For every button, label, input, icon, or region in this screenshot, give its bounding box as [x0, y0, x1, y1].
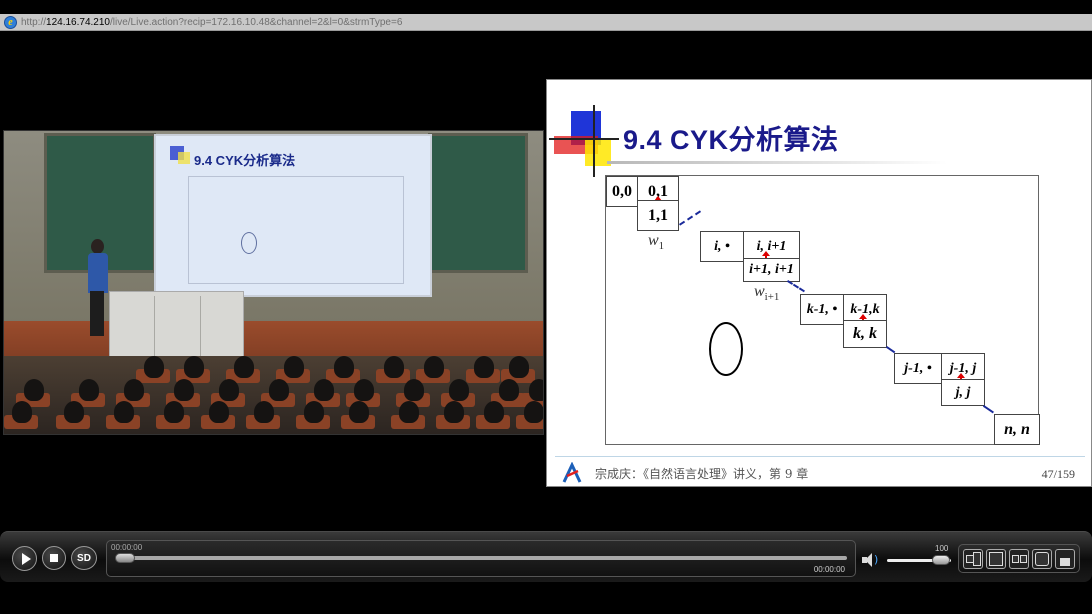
volume-thumb[interactable]: [932, 555, 950, 565]
projector-table-frame: [188, 176, 404, 284]
volume-value: 100: [935, 544, 949, 553]
ellipse-shape: [709, 322, 743, 376]
stop-button[interactable]: [42, 546, 66, 570]
audience-head: [384, 356, 404, 378]
slide-logo-vertical-line: [593, 105, 595, 177]
seek-thumb[interactable]: [115, 553, 135, 563]
audience-head: [509, 356, 529, 378]
slide-logo-horizontal-line: [549, 138, 619, 140]
volume-waves-icon: ): [874, 553, 879, 566]
audience-head: [449, 379, 469, 401]
audience-head: [269, 379, 289, 401]
right-blackboard: [428, 133, 528, 273]
audience-head: [334, 356, 354, 378]
url-text[interactable]: http://124.16.74.210/live/Live.action?re…: [21, 17, 402, 28]
cell-i1-i1: i+1, i+1: [743, 258, 800, 282]
audience-head: [114, 401, 134, 423]
audience-head: [184, 356, 204, 378]
audience-head: [529, 379, 543, 401]
audience-head: [234, 356, 254, 378]
layout-pip-alt-icon[interactable]: [986, 549, 1006, 569]
cell-j-j: j, j: [941, 379, 985, 406]
projector-oval: [241, 232, 257, 254]
projector-screen: 9.4 CYK分析算法: [154, 134, 432, 297]
layout-pip-icon[interactable]: [963, 549, 983, 569]
audience-head: [164, 401, 184, 423]
audience-head: [79, 379, 99, 401]
audience-head: [64, 401, 84, 423]
audience-head: [284, 356, 304, 378]
audience-head: [174, 379, 194, 401]
layout-side-by-side-icon[interactable]: [1009, 549, 1029, 569]
institute-logo-icon: [562, 462, 582, 483]
audience-head: [399, 401, 419, 423]
audience-head: [474, 356, 494, 378]
audience-head: [349, 401, 369, 423]
audience-head: [12, 401, 32, 423]
audience-head: [484, 401, 504, 423]
audience-head: [209, 401, 229, 423]
screen-logo-yellow: [178, 152, 190, 164]
lecturer: [86, 239, 110, 339]
footer-citation: 宗成庆：《自然语言处理》讲义，第 9 章: [595, 467, 809, 481]
audience-head: [24, 379, 44, 401]
url-host: 124.16.74.210: [46, 16, 110, 28]
player-control-bar: SD 00:00:00 00:00:00 ) 100: [0, 531, 1092, 582]
layout-single-icon[interactable]: [1032, 549, 1052, 569]
audience-head: [404, 379, 424, 401]
lecture-slide: 9.4 CYK分析算法 0,0 0,1 1,1 w1 i, • i, i+1 i…: [546, 79, 1092, 487]
slide-page-number: 47/159: [1041, 467, 1075, 481]
cell-i-dot: i, •: [700, 231, 744, 262]
audience-head: [124, 379, 144, 401]
label-wi1: wi+1: [754, 283, 780, 304]
diagonal-dash: [885, 346, 896, 354]
cell-n-n: n, n: [994, 414, 1040, 445]
cell-k1-dot: k-1, •: [800, 294, 844, 325]
layout-overlay-icon[interactable]: [1055, 549, 1075, 569]
audience-head: [499, 379, 519, 401]
address-bar[interactable]: e http://124.16.74.210/live/Live.action?…: [0, 14, 1092, 31]
play-button[interactable]: [12, 546, 37, 571]
audience-head: [314, 379, 334, 401]
cell-0-0: 0,0: [606, 176, 638, 207]
audience-head: [144, 356, 164, 378]
browser-e-icon: e: [4, 15, 17, 29]
classroom-video[interactable]: 9.4 CYK分析算法: [3, 130, 544, 435]
cell-k-k: k, k: [843, 320, 887, 348]
duration-time: 00:00:00: [813, 565, 845, 574]
current-time: 00:00:00: [111, 543, 143, 552]
view-mode-group: [958, 544, 1080, 573]
audience-head: [254, 401, 274, 423]
audience-head: [524, 401, 543, 423]
title-underline: [607, 161, 947, 164]
audience-head: [444, 401, 464, 423]
audience-head: [354, 379, 374, 401]
label-w1: w1: [648, 232, 665, 253]
audience-head: [219, 379, 239, 401]
slide-title: 9.4 CYK分析算法: [623, 125, 839, 155]
sd-quality-button[interactable]: SD: [71, 546, 97, 570]
cell-1-1: 1,1: [637, 200, 679, 231]
projector-slide-title: 9.4 CYK分析算法: [194, 153, 296, 168]
seek-track[interactable]: [117, 556, 847, 560]
diagonal-dash: [982, 405, 994, 414]
audience-head: [424, 356, 444, 378]
timeline: 00:00:00 00:00:00: [106, 540, 856, 577]
footer-divider: [555, 456, 1085, 457]
cell-j1-dot: j-1, •: [894, 353, 942, 384]
diagonal-dash: [679, 210, 702, 226]
cyk-table-frame: 0,0 0,1 1,1 w1 i, • i, i+1 i+1, i+1 wi+1…: [605, 175, 1040, 445]
lectern: [109, 291, 244, 359]
audience-head: [304, 401, 324, 423]
